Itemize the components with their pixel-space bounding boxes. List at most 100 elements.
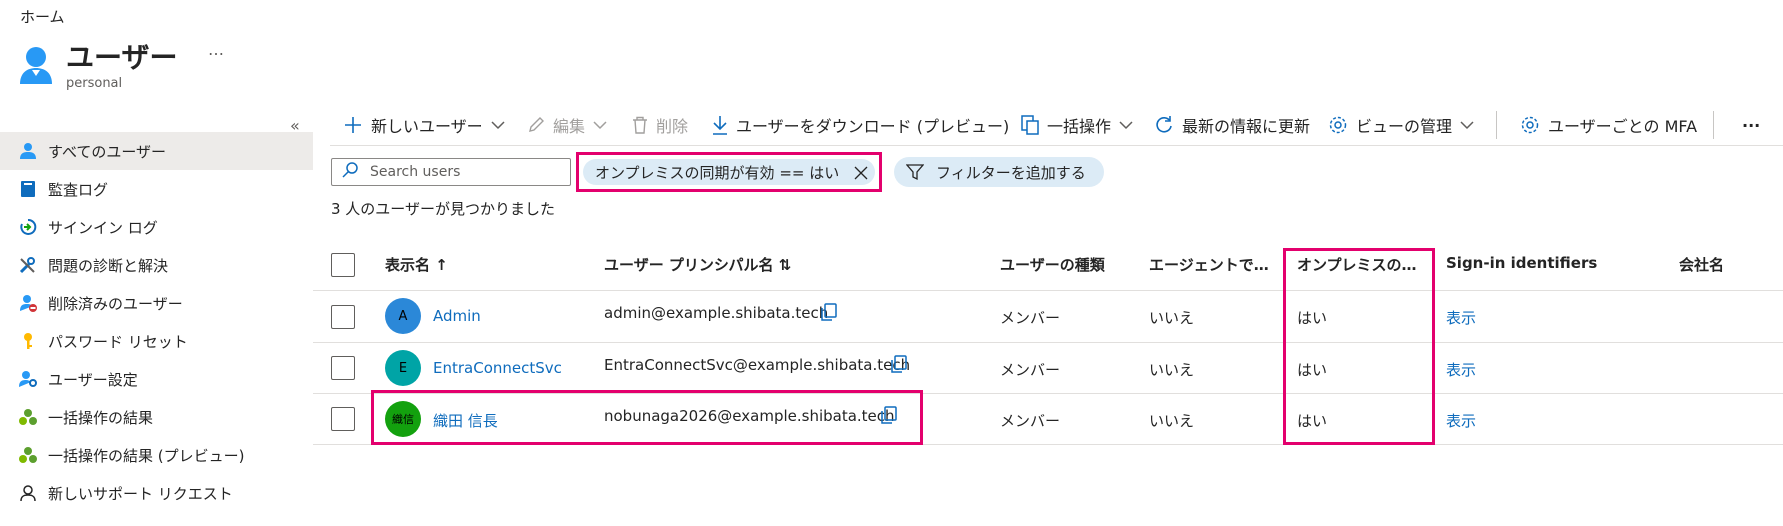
sidebar-item-password-reset[interactable]: パスワード リセット — [0, 322, 313, 360]
add-filter-label: フィルターを追加する — [936, 163, 1086, 182]
sidebar-item-all-users[interactable]: すべてのユーザー — [0, 132, 313, 170]
sidebar-item-audit-logs[interactable]: 監査ログ — [0, 170, 313, 208]
chevron-down-icon — [593, 120, 607, 130]
avatar: A — [385, 298, 421, 334]
edit-label: 編集 — [553, 117, 586, 136]
row-checkbox[interactable] — [331, 356, 355, 380]
sidebar-item-label: 問題の診断と解決 — [48, 256, 169, 275]
add-filter-button[interactable]: フィルターを追加する — [894, 157, 1104, 187]
result-count: 3 人のユーザーが見つかりました — [331, 200, 556, 218]
sidebar-item-label: 削除済みのユーザー — [48, 294, 183, 313]
sign-in-icon — [18, 217, 38, 237]
chevron-down-icon — [1460, 120, 1474, 130]
refresh-button[interactable]: 最新の情報に更新 — [1154, 110, 1310, 140]
book-icon — [18, 179, 38, 199]
edit-button[interactable]: 編集 — [527, 110, 607, 140]
sidebar-item-label: 監査ログ — [48, 180, 109, 199]
agent-cell: いいえ — [1149, 412, 1195, 430]
download-icon — [712, 115, 728, 135]
sidebar-item-diagnose[interactable]: 問題の診断と解決 — [0, 246, 313, 284]
row-divider — [313, 342, 1783, 343]
manage-view-label: ビューの管理 — [1356, 117, 1453, 136]
delete-label: 削除 — [656, 117, 689, 136]
signin-identifiers-link[interactable]: 表示 — [1446, 410, 1476, 431]
column-header-signin-identifiers[interactable]: Sign-in identifiers — [1446, 254, 1597, 272]
key-icon — [18, 331, 38, 351]
sidebar-item-label: すべてのユーザー — [48, 142, 167, 161]
page-title: ユーザー — [66, 41, 178, 74]
select-all-checkbox[interactable] — [331, 253, 355, 277]
highlight-box-user-row — [371, 390, 923, 445]
copy-icon[interactable] — [821, 303, 837, 321]
new-user-label: 新しいユーザー — [371, 117, 483, 136]
pencil-icon — [527, 116, 545, 134]
column-header-display-name[interactable]: 表示名 ↑ — [385, 254, 448, 275]
sidebar-item-bulk-results-preview[interactable]: 一括操作の結果 (プレビュー) — [0, 436, 313, 474]
group-icon — [18, 407, 38, 427]
wrench-icon — [18, 255, 38, 275]
toolbar-more-button[interactable]: ··· — [1742, 110, 1760, 140]
user-type-cell: メンバー — [1000, 309, 1061, 327]
users-page-icon — [20, 47, 52, 84]
row-checkbox[interactable] — [331, 305, 355, 329]
row-divider — [313, 290, 1783, 291]
column-header-agent[interactable]: エージェントで… — [1149, 254, 1269, 275]
user-name-link[interactable]: EntraConnectSvc — [433, 359, 562, 377]
sidebar-item-support-request[interactable]: 新しいサポート リクエスト — [0, 474, 313, 512]
upn-cell: admin@example.shibata.tech — [604, 304, 829, 322]
sidebar-item-bulk-results[interactable]: 一括操作の結果 — [0, 398, 313, 436]
column-header-upn[interactable]: ユーザー プリンシパル名 ⇅ — [604, 254, 791, 275]
highlight-box-onprem-column — [1283, 248, 1435, 445]
agent-cell: いいえ — [1149, 361, 1195, 379]
toolbar-divider — [1713, 111, 1714, 139]
more-options-button[interactable]: … — [208, 40, 225, 59]
search-input[interactable] — [370, 164, 550, 180]
active-filter-label: オンプレミスの同期が有効 == はい — [595, 163, 840, 182]
user-name-link[interactable]: Admin — [433, 307, 481, 325]
search-box[interactable] — [331, 158, 571, 186]
mfa-label: ユーザーごとの MFA — [1548, 117, 1698, 136]
column-header-user-type[interactable]: ユーザーの種類 — [1000, 254, 1105, 275]
sidebar-item-sign-in-logs[interactable]: サインイン ログ — [0, 208, 313, 246]
signin-identifiers-link[interactable]: 表示 — [1446, 307, 1476, 328]
refresh-label: 最新の情報に更新 — [1182, 117, 1311, 136]
delete-button[interactable]: 削除 — [632, 110, 688, 140]
group-icon — [18, 445, 38, 465]
deleted-user-icon — [18, 293, 38, 313]
breadcrumb[interactable]: ホーム — [20, 6, 65, 27]
gear-icon — [1328, 115, 1348, 135]
page-subtitle: personal — [66, 76, 123, 91]
column-header-company[interactable]: 会社名 — [1679, 254, 1724, 275]
gear-icon — [1520, 115, 1540, 135]
close-icon[interactable] — [853, 165, 869, 185]
sidebar-item-label: サインイン ログ — [48, 218, 158, 237]
active-filter-pill[interactable]: オンプレミスの同期が有効 == はい — [576, 152, 882, 192]
download-label: ユーザーをダウンロード (プレビュー) — [736, 117, 1010, 136]
chevron-down-icon — [1119, 120, 1133, 130]
sidebar-item-label: ユーザー設定 — [48, 370, 138, 389]
per-user-mfa-button[interactable]: ユーザーごとの MFA — [1520, 110, 1697, 140]
sidebar-item-label: 新しいサポート リクエスト — [48, 484, 233, 503]
bulk-icon — [1021, 115, 1039, 135]
bulk-label: 一括操作 — [1047, 117, 1112, 136]
sidebar-item-user-settings[interactable]: ユーザー設定 — [0, 360, 313, 398]
row-checkbox[interactable] — [331, 407, 355, 431]
download-users-button[interactable]: ユーザーをダウンロード (プレビュー) — [712, 110, 1009, 140]
user-settings-icon — [18, 369, 38, 389]
new-user-button[interactable]: 新しいユーザー — [343, 110, 505, 140]
toolbar-divider-line — [330, 145, 1783, 146]
agent-cell: いいえ — [1149, 309, 1195, 327]
search-icon — [342, 162, 358, 182]
sidebar-item-deleted-users[interactable]: 削除済みのユーザー — [0, 284, 313, 322]
trash-icon — [632, 116, 648, 134]
refresh-icon — [1154, 115, 1174, 135]
toolbar-divider — [1496, 111, 1497, 139]
support-icon — [18, 483, 38, 503]
bulk-operations-button[interactable]: 一括操作 — [1021, 110, 1133, 140]
copy-icon[interactable] — [891, 355, 907, 373]
manage-view-button[interactable]: ビューの管理 — [1328, 110, 1474, 140]
signin-identifiers-link[interactable]: 表示 — [1446, 359, 1476, 380]
user-type-cell: メンバー — [1000, 361, 1061, 379]
chevron-down-icon — [491, 120, 505, 130]
upn-cell: EntraConnectSvc@example.shibata.tech — [604, 356, 911, 374]
